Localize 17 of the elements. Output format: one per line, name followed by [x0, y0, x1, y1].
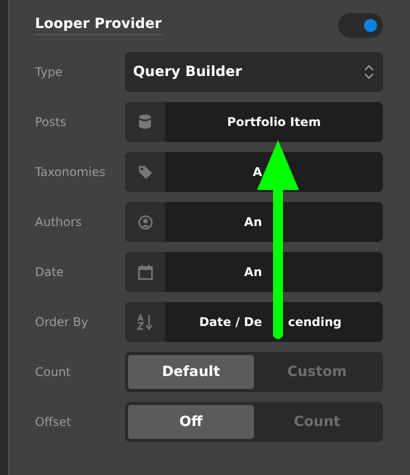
picker-field[interactable]: Portfolio Item: [125, 102, 383, 142]
picker-field[interactable]: A: [125, 152, 383, 192]
type-select[interactable]: Query Builder: [125, 52, 383, 92]
field-label: Count: [35, 365, 72, 379]
field-label: Date: [35, 265, 65, 279]
field-label: Order By: [35, 315, 90, 329]
picker-field[interactable]: An: [125, 202, 383, 242]
field-label: Taxonomies: [35, 165, 106, 179]
segment-option[interactable]: Default: [128, 355, 254, 389]
field-label: Posts: [35, 115, 68, 129]
segment-option[interactable]: Off: [128, 405, 254, 439]
picker-field[interactable]: An: [125, 252, 383, 292]
field-label: Offset: [35, 415, 72, 429]
field-label: Type: [35, 65, 64, 79]
field-label: Authors: [35, 215, 83, 229]
picker-field[interactable]: Date / De cending: [125, 302, 383, 342]
panel-title: Looper Provider: [35, 16, 162, 34]
